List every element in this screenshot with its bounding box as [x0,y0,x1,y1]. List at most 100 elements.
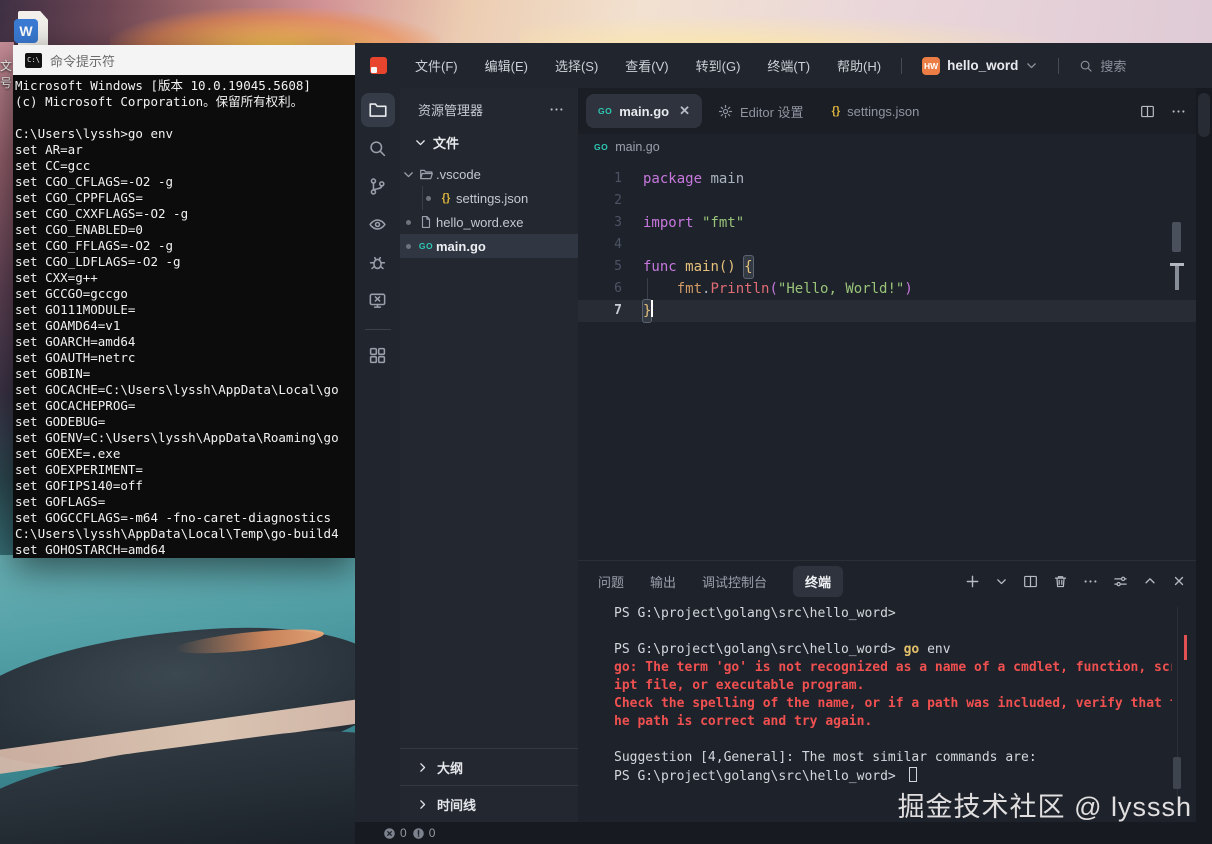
global-search-box[interactable]: 搜索 [1079,56,1126,75]
activity-run-view[interactable] [361,207,395,241]
menu-查看[interactable]: 查看(V) [625,56,668,75]
terminal-text: he path is correct and try again. [614,714,872,729]
cmd-output-line: set GOEXE=.exe [15,446,355,462]
code-line-1[interactable]: 1package main [578,168,1212,190]
tree-item-label: settings.json [456,191,528,206]
activity-debug[interactable] [361,245,395,279]
code-line-6[interactable]: 6 fmt.Println("Hello, World!") [578,278,1212,300]
tab-Editor 设置[interactable]: Editor 设置 [706,94,816,128]
chevron-down-icon [1025,59,1038,72]
command-prompt-titlebar[interactable]: C:\ 命令提示符 [13,45,355,75]
terminal-text: Check the spelling of the name, or if a … [614,696,1172,711]
terminal-line: PS G:\project\golang\src\hello_word> [614,605,1172,623]
code-token: . [702,278,710,300]
sidebar-section-大纲[interactable]: 大纲 [400,748,578,785]
terminal-text: Suggestion [4,General]: The most similar… [614,750,1037,765]
cmd-output-line: C:\Users\lyssh\AppData\Local\Temp\go-bui… [15,526,355,542]
text-cursor [651,300,653,317]
activity-extensions-grid[interactable] [361,338,395,372]
more-actions-icon[interactable] [549,102,564,117]
code-line-4[interactable]: 4 [578,234,1212,256]
line-number: 5 [578,256,622,278]
sidebar-section-时间线[interactable]: 时间线 [400,785,578,822]
files-section-header[interactable]: 文件 [400,127,578,158]
terminal-line [614,731,1172,749]
code-line-3[interactable]: 3import "fmt" [578,212,1212,234]
cmd-output-line: set CGO_CPPFLAGS= [15,190,355,206]
close-panel-icon[interactable] [1172,574,1186,588]
code-token: () [719,256,736,278]
cmd-app-icon: C:\ [25,53,42,68]
line-number: 6 [578,278,622,300]
panel-tab-问题[interactable]: 问题 [598,572,624,591]
project-badge: HW [922,57,940,75]
editor-tabs: GOmain.go✕Editor 设置{}settings.json [586,94,931,128]
more-actions-icon[interactable] [1171,104,1186,119]
line-number: 2 [578,190,622,212]
code-token: ( [769,278,777,300]
code-token: ) [904,278,912,300]
maximize-panel-icon[interactable] [1143,574,1157,588]
warning-count: 0 [429,826,436,840]
activity-remote-window[interactable] [361,283,395,317]
terminal-profile-dropdown-icon[interactable] [995,575,1008,588]
panel-tab-调试控制台[interactable]: 调试控制台 [702,572,767,591]
menu-转到[interactable]: 转到(G) [696,56,741,75]
problems-warnings-indicator[interactable]: 0 [412,826,436,840]
panel-tab-输出[interactable]: 输出 [650,572,676,591]
menu-编辑[interactable]: 编辑(E) [485,56,528,75]
chevron-right-icon [416,761,429,774]
tree-item-settings.json[interactable]: {}settings.json [400,186,578,210]
code-line-2[interactable]: 2 [578,190,1212,212]
tree-item-hello_word.exe[interactable]: hello_word.exe [400,210,578,234]
code-editor[interactable]: 1package main23import "fmt"45func main()… [578,160,1212,560]
terminal[interactable]: PS G:\project\golang\src\hello_word> PS G… [578,601,1212,785]
code-token: { [744,256,752,278]
breadcrumb[interactable]: GO main.go [578,134,1212,160]
panel-tab-终端[interactable]: 终端 [793,566,843,597]
error-count: 0 [400,826,407,840]
terminal-tabs-view-icon[interactable] [1113,574,1128,589]
cmd-output-line: set GOCACHE=C:\Users\lyssh\AppData\Local… [15,382,355,398]
activity-explorer[interactable] [361,93,395,127]
code-line-5[interactable]: 5func main() { [578,256,1212,278]
code-token [677,256,685,278]
split-terminal-icon[interactable] [1023,574,1038,589]
cmd-output[interactable]: Microsoft Windows [版本 10.0.19045.5608](c… [13,75,355,558]
split-editor-icon[interactable] [1140,104,1155,119]
close-tab-icon[interactable]: ✕ [679,103,690,119]
right-scrollbar-handle[interactable] [1198,93,1210,137]
cmd-output-line [15,110,355,126]
tab-main.go[interactable]: GOmain.go✕ [586,94,702,128]
kill-terminal-icon[interactable] [1053,574,1068,589]
code-token: Println [710,278,769,300]
chevron-right-icon [416,798,429,811]
activity-source-control[interactable] [361,169,395,203]
problems-errors-indicator[interactable]: 0 [383,826,407,840]
cmd-output-line: set GODEBUG= [15,414,355,430]
menu-终端[interactable]: 终端(T) [767,56,810,75]
cmd-output-line: set AR=ar [15,142,355,158]
code-token: main [702,168,744,190]
project-picker[interactable]: HW hello_word [922,57,1038,75]
command-prompt-window: C:\ 命令提示符 Microsoft Windows [版本 10.0.190… [13,45,355,558]
tab-settings.json[interactable]: {}settings.json [820,94,932,128]
error-circle-icon [383,827,396,840]
cmd-output-line: set GOAUTH=netrc [15,350,355,366]
menu-文件[interactable]: 文件(F) [415,56,458,75]
new-terminal-icon[interactable] [965,574,980,589]
vscode-app-icon [370,57,387,74]
more-actions-icon[interactable] [1083,574,1098,589]
terminal-text: PS G:\project\golang\src\hello_word> [614,642,904,657]
source-control-icon [368,177,387,196]
menu-帮助[interactable]: 帮助(H) [837,56,881,75]
vscode-titlebar[interactable]: 文件(F) 编辑(E) 选择(S) 查看(V) 转到(G) 终端(T) 帮助(H) HW h… [355,43,1212,88]
activity-search[interactable] [361,131,395,165]
go-file-icon: GO [598,106,612,116]
tree-item-main.go[interactable]: GOmain.go [400,234,578,258]
menu-选择[interactable]: 选择(S) [555,56,598,75]
cmd-output-line: set CGO_ENABLED=0 [15,222,355,238]
code-line-7[interactable]: 7} [578,300,1212,322]
watermark: 掘金技术社区 @ lysssh [898,785,1192,824]
tree-item-.vscode[interactable]: .vscode [400,162,578,186]
